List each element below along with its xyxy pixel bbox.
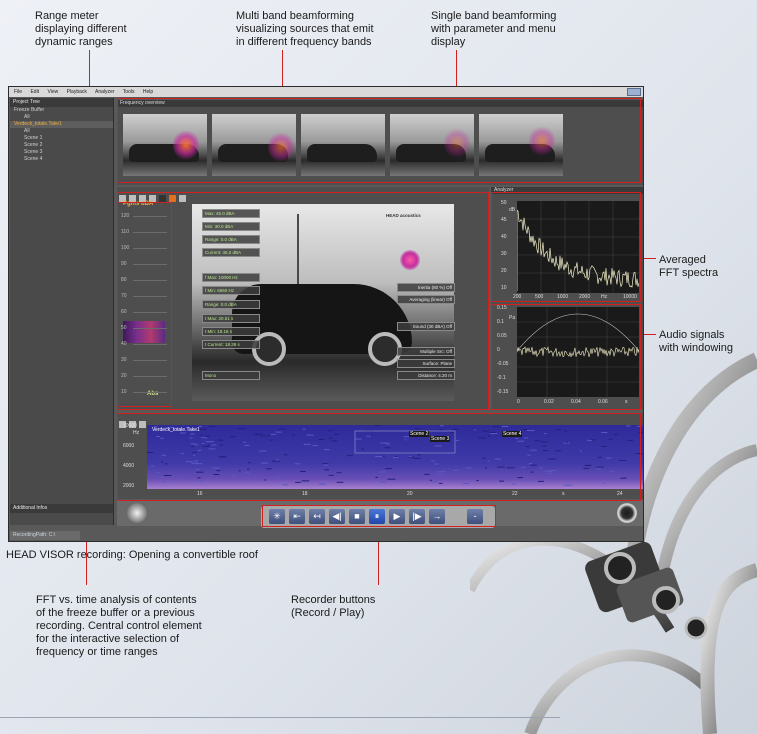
menu-file[interactable]: File: [14, 89, 22, 95]
callout-line: display: [431, 36, 466, 48]
callout-line: Recorder buttons: [291, 594, 376, 606]
callout-line: displaying different: [35, 23, 127, 35]
callout-line: visualizing sources that emit: [236, 23, 374, 35]
divider: [0, 717, 560, 718]
tree-item[interactable]: Freeze Buffer: [10, 107, 113, 114]
tree-item[interactable]: Scene 4: [10, 156, 113, 163]
menu-edit[interactable]: Edit: [30, 89, 39, 95]
callout-range-meter: Range meter displaying different dynamic…: [35, 10, 127, 49]
callout-fft-vs-time: FFT vs. time analysis of contents of the…: [36, 594, 202, 659]
callout-line: for the interactive selection of: [36, 633, 180, 645]
callout-multiband: Multi band beamforming visualizing sourc…: [236, 10, 374, 49]
volume-knob[interactable]: [127, 503, 147, 523]
menu-tools[interactable]: Tools: [123, 89, 135, 95]
figure-caption: HEAD VISOR recording: Opening a converti…: [6, 549, 258, 561]
callout-line: Averaged: [659, 254, 706, 266]
menu-help[interactable]: Help: [143, 89, 153, 95]
tree-item[interactable]: All: [10, 128, 113, 135]
callout-singleband: Single band beamforming with parameter a…: [431, 10, 556, 49]
menu-view[interactable]: View: [47, 89, 58, 95]
callout-line: of the freeze buffer or a previous: [36, 607, 195, 619]
callout-line: FFT vs. time analysis of contents: [36, 594, 197, 606]
recording-path: RecordingPath: C:\: [10, 531, 80, 540]
callout-line: with parameter and menu: [431, 23, 556, 35]
project-tree-title: Project Tree: [10, 98, 113, 107]
highlight-meter: [117, 202, 172, 407]
tree-item[interactable]: Scene 2: [10, 142, 113, 149]
callout-fft-spectra: Averaged FFT spectra: [659, 254, 718, 280]
callout-line: dynamic ranges: [35, 36, 113, 48]
callout-line: Single band beamforming: [431, 10, 557, 22]
highlight-fft: [491, 192, 641, 302]
highlight-audio: [491, 304, 641, 410]
record-knob[interactable]: [617, 503, 637, 523]
highlight-spectrogram: [117, 413, 641, 501]
tree-item[interactable]: All: [10, 114, 113, 121]
tree-item[interactable]: Verdeck_totale.Take1: [10, 121, 113, 128]
callout-line: recording. Central control element: [36, 620, 202, 632]
menu-analyzer[interactable]: Analyzer: [95, 89, 114, 95]
tree-item[interactable]: Scene 3: [10, 149, 113, 156]
callout-line: in different frequency bands: [236, 36, 372, 48]
callout-line: Multi band beamforming: [236, 10, 355, 22]
project-tree: Freeze Buffer All Verdeck_totale.Take1 All S…: [10, 107, 113, 163]
menu-playback[interactable]: Playback: [67, 89, 87, 95]
callout-line: (Record / Play): [291, 607, 365, 619]
highlight-beamforming: [117, 192, 489, 410]
project-tree-panel: Project Tree Freeze Buffer All Verdeck_tot…: [10, 98, 114, 525]
window-controls[interactable]: [627, 88, 641, 96]
callout-line: frequency or time ranges: [36, 646, 158, 658]
menu-bar: File Edit View Playback Analyzer Tools H…: [9, 87, 643, 97]
additional-infos-header[interactable]: Additional Infos: [10, 504, 113, 513]
tree-item[interactable]: Scene 1: [10, 135, 113, 142]
highlight-transport: [262, 505, 496, 527]
highlight-frequency-overview: [117, 98, 641, 183]
callout-recorder: Recorder buttons (Record / Play): [291, 594, 375, 620]
callout-line: FFT spectra: [659, 267, 719, 279]
callout-line: Range meter: [35, 10, 99, 22]
